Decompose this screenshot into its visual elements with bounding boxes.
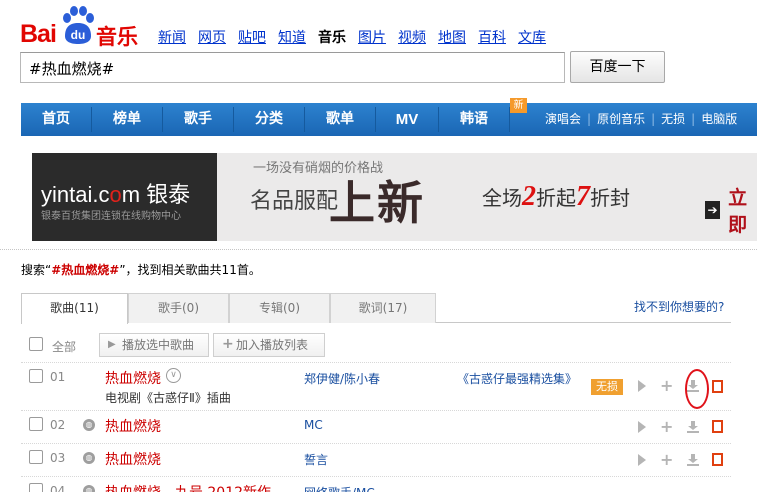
link-divider: | xyxy=(587,112,592,126)
link-concerts[interactable]: 演唱会 xyxy=(545,103,581,136)
add-icon[interactable]: + xyxy=(660,378,673,394)
top-navigation: 新闻 网页 贴吧 知道 音乐 图片 视频 地图 百科 文库 xyxy=(158,27,558,47)
search-result-summary: 搜索“#热血燃烧#”，找到相关歌曲共11首。 xyxy=(21,263,261,277)
plus-icon: + xyxy=(222,336,234,352)
play-selected-label: 播放选中歌曲 xyxy=(122,338,195,352)
phone-icon[interactable] xyxy=(712,453,723,466)
logo-du-text: du xyxy=(70,28,86,42)
new-badge: 新 xyxy=(510,98,527,113)
song-artist[interactable]: 郑伊健/陈小春 xyxy=(304,370,380,387)
banner-brands-text: 名品服配 xyxy=(250,189,339,214)
baidu-music-logo[interactable]: Bai du 音乐 xyxy=(20,4,144,49)
play-icon[interactable] xyxy=(638,421,646,433)
link-original-music[interactable]: 原创音乐 xyxy=(597,103,645,136)
add-icon[interactable]: + xyxy=(660,419,673,435)
play-icon: ▶ xyxy=(108,339,116,350)
add-icon[interactable]: + xyxy=(660,452,673,468)
banner-discount: 全场2折起7折封 xyxy=(482,181,630,212)
menu-artists[interactable]: 歌手 xyxy=(163,103,233,136)
globe-icon: ◍ xyxy=(83,419,95,431)
song-number: 03 xyxy=(50,451,66,465)
banner-brand-tagline: 银泰百货集团连锁在线购物中心 xyxy=(41,211,181,222)
play-selected-button[interactable]: ▶ 播放选中歌曲 xyxy=(99,333,209,357)
menu-playlists[interactable]: 歌单 xyxy=(305,103,375,136)
song-artist[interactable]: MC xyxy=(304,418,323,432)
phone-icon[interactable] xyxy=(712,420,723,433)
menu-right-links: 演唱会 | 原创音乐 | 无损 | 电脑版 xyxy=(545,103,737,136)
logo-bai-text: Bai xyxy=(20,20,57,48)
song-checkbox[interactable] xyxy=(29,483,43,492)
menu-charts[interactable]: 榜单 xyxy=(92,103,162,136)
add-playlist-label: 加入播放列表 xyxy=(236,338,309,352)
song-number: 02 xyxy=(50,418,66,432)
globe-icon: ◍ xyxy=(83,485,95,492)
link-pc-version[interactable]: 电脑版 xyxy=(701,103,737,136)
highlight-circle xyxy=(685,369,709,409)
select-all-checkbox[interactable] xyxy=(29,337,43,351)
song-subtitle: 电视剧《古惑仔Ⅱ》插曲 xyxy=(105,391,231,405)
chevron-down-icon[interactable]: ∨ xyxy=(166,368,181,383)
add-to-playlist-button[interactable]: + 加入播放列表 xyxy=(213,333,325,357)
menu-categories[interactable]: 分类 xyxy=(234,103,304,136)
song-checkbox[interactable] xyxy=(29,369,43,383)
tab-lyrics[interactable]: 歌词(17) xyxy=(330,293,436,323)
nav-web[interactable]: 网页 xyxy=(198,27,226,47)
main-menu-bar: 首页 榜单 歌手 分类 歌单 MV 韩语 新 演唱会 | 原创音乐 | 无损 |… xyxy=(21,98,757,136)
nav-tieba[interactable]: 贴吧 xyxy=(238,27,266,47)
link-lossless[interactable]: 无损 xyxy=(661,103,685,136)
banner-cta-label: 立即 xyxy=(728,187,748,236)
nav-zhidao[interactable]: 知道 xyxy=(278,27,306,47)
section-divider xyxy=(0,249,757,250)
song-artist[interactable]: 誓言 xyxy=(304,451,328,468)
song-number: 01 xyxy=(50,370,66,384)
banner-brand-panel: yintai.com 银泰 银泰百货集团连锁在线购物中心 xyxy=(32,153,217,241)
song-title[interactable]: 热血燃烧 xyxy=(105,449,161,469)
not-found-link[interactable]: 找不到你想要的? xyxy=(634,298,724,315)
play-icon[interactable] xyxy=(638,380,646,392)
result-keyword: #热血燃烧# xyxy=(51,263,120,277)
nav-map[interactable]: 地图 xyxy=(438,27,466,47)
tab-artists[interactable]: 歌手(0) xyxy=(128,293,229,323)
nav-video[interactable]: 视频 xyxy=(398,27,426,47)
banner-slogan: 一场没有硝烟的价格战 xyxy=(253,161,384,176)
arrow-right-icon: ➔ xyxy=(705,201,721,219)
nav-baike[interactable]: 百科 xyxy=(478,27,506,47)
nav-news[interactable]: 新闻 xyxy=(158,27,186,47)
globe-icon: ◍ xyxy=(83,452,95,464)
yintai-ad-banner[interactable]: yintai.com 银泰 银泰百货集团连锁在线购物中心 一场没有硝烟的价格战 … xyxy=(32,153,757,241)
link-divider: | xyxy=(691,112,696,126)
download-icon[interactable] xyxy=(687,454,699,466)
menu-mv[interactable]: MV xyxy=(376,103,438,136)
nav-images[interactable]: 图片 xyxy=(358,27,386,47)
song-checkbox[interactable] xyxy=(29,450,43,464)
result-tabs: 歌曲(11) 歌手(0) 专辑(0) 歌词(17) xyxy=(21,293,731,324)
search-input[interactable]: #热血燃烧# xyxy=(20,52,565,83)
logo-music-text: 音乐 xyxy=(96,25,138,49)
phone-icon[interactable] xyxy=(712,380,723,393)
select-all-label: 全部 xyxy=(52,340,77,354)
song-artist[interactable]: 网络歌手/MC xyxy=(304,484,375,492)
nav-wenku[interactable]: 文库 xyxy=(518,27,546,47)
song-title[interactable]: 热血燃烧 - 九号 2012新作 xyxy=(105,482,271,492)
lossless-badge[interactable]: 无损 xyxy=(591,379,623,395)
banner-brand-logo: yintai.com 银泰 xyxy=(41,182,191,207)
tab-songs[interactable]: 歌曲(11) xyxy=(21,293,128,324)
play-icon[interactable] xyxy=(638,454,646,466)
tab-albums[interactable]: 专辑(0) xyxy=(229,293,330,323)
nav-music-current: 音乐 xyxy=(318,30,346,46)
menu-separator xyxy=(509,107,510,132)
banner-new-arrivals: 上新 xyxy=(329,176,425,230)
song-checkbox[interactable] xyxy=(29,417,43,431)
menu-home[interactable]: 首页 xyxy=(21,103,91,136)
menu-korean[interactable]: 韩语 xyxy=(439,103,509,136)
song-album[interactable]: 《古惑仔最强精选集》 xyxy=(457,370,577,387)
link-divider: | xyxy=(651,112,656,126)
song-title[interactable]: 热血燃烧 xyxy=(105,416,161,436)
download-icon[interactable] xyxy=(687,421,699,433)
song-title[interactable]: 热血燃烧 xyxy=(105,368,161,388)
banner-cta[interactable]: ➔ 立即 xyxy=(705,183,757,237)
search-button[interactable]: 百度一下 xyxy=(570,51,665,83)
song-number: 04 xyxy=(50,484,66,492)
